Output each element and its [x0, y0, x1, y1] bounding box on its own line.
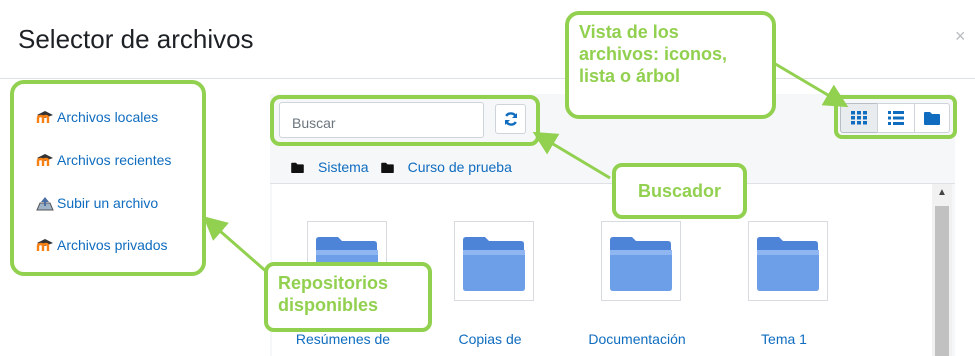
- views-annotation: Vista de los archivos: iconos, lista o á…: [565, 11, 776, 119]
- repos-annotation: Repositorios disponibles: [264, 262, 432, 332]
- search-annotation: Buscador: [612, 163, 747, 219]
- annotation-arrows: [202, 60, 849, 275]
